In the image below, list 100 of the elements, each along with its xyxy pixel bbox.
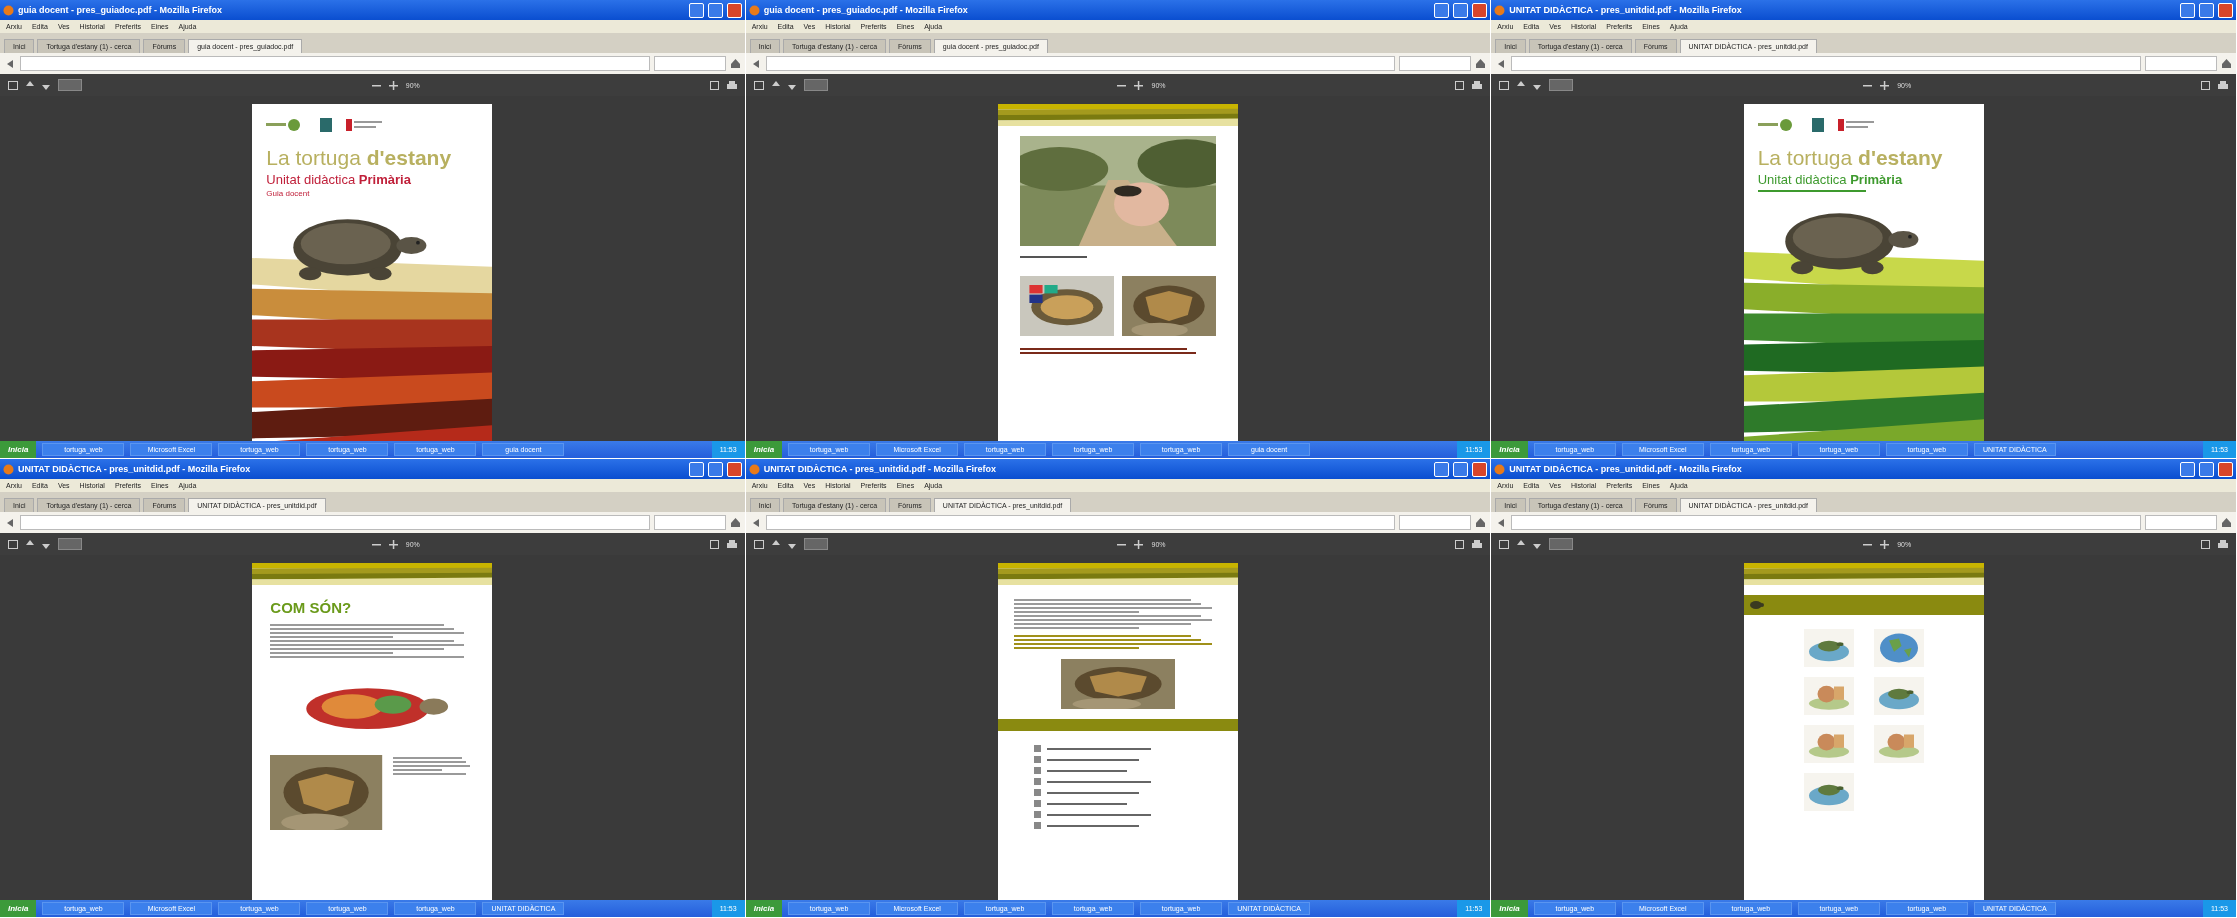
page-number-field[interactable] [803,79,828,91]
fullscreen-icon[interactable] [2201,80,2210,90]
print-icon[interactable] [2218,80,2228,90]
logo-icon [1837,119,1874,131]
sidebar-icon[interactable] [753,80,764,90]
firefox-icon [1494,4,1506,16]
search-field[interactable] [1399,515,1472,530]
zoom-in-icon[interactable] [1880,539,1890,549]
logo-icon [320,118,333,132]
minimize-button[interactable] [688,2,704,18]
start-button[interactable]: Inicia [0,441,37,458]
checkbox-icon [1034,789,1041,796]
print-icon[interactable] [726,80,737,90]
maximize-button[interactable] [707,461,723,477]
text-line [1020,256,1087,258]
home-icon[interactable] [1475,58,1487,69]
search-field[interactable] [2145,515,2217,530]
sidebar-icon[interactable] [753,539,764,549]
start-button[interactable]: Inicia [0,900,37,917]
window-title: UNITAT DIDÀCTICA - pres_unitdid.pdf - Mozilla Firefox [1509,464,1742,474]
address-field[interactable] [20,515,650,530]
home-icon[interactable] [729,58,741,69]
zoom-in-icon[interactable] [388,80,398,90]
window-title: UNITAT DIDÀCTICA - pres_unitdid.pdf - Mozilla Firefox [763,464,996,474]
search-field[interactable] [2145,56,2217,71]
page-number-field[interactable] [1549,538,1574,550]
page-number-field[interactable] [1549,79,1574,91]
zoom-in-icon[interactable] [1134,539,1144,549]
checkbox-icon [1034,822,1041,829]
page-number-field[interactable] [803,538,828,550]
start-button[interactable]: Inicia [745,900,783,917]
close-button[interactable] [726,2,742,18]
home-icon[interactable] [1475,517,1487,528]
print-icon[interactable] [2218,539,2228,549]
firefox-icon [3,4,14,16]
cover-subtitle: Unitat didàctica Primària [1757,172,1904,187]
firefox-icon [748,463,760,475]
cover-title: La tortuga d'estany [1757,146,1944,170]
logo-icon [346,119,383,131]
maximize-button[interactable] [707,2,723,18]
checkbox-icon [1034,745,1041,752]
minimize-button[interactable] [1434,461,1450,477]
sidebar-icon[interactable] [1499,80,1510,90]
window-title: UNITAT DIDÀCTICA - pres_unitdid.pdf - Mozilla Firefox [18,464,251,474]
firefox-icon [1494,463,1506,475]
print-icon[interactable] [1472,80,1483,90]
close-button[interactable] [2218,2,2233,18]
close-button[interactable] [1472,2,1488,18]
maximize-button[interactable] [1453,2,1469,18]
close-button[interactable] [726,461,742,477]
search-field[interactable] [1399,56,1472,71]
page-number-field[interactable] [58,79,82,91]
zoom-in-icon[interactable] [388,539,398,549]
minimize-button[interactable] [2180,461,2195,477]
checkbox-icon [1034,756,1041,763]
fullscreen-icon[interactable] [1455,539,1465,549]
maximize-button[interactable] [2199,461,2214,477]
window-title: guia docent - pres_guiadoc.pdf - Mozilla Firefox [18,5,223,15]
address-field[interactable] [1511,515,2141,530]
minimize-button[interactable] [2180,2,2195,18]
firefox-icon [3,463,14,475]
checkbox-icon [1034,811,1041,818]
zoom-in-icon[interactable] [1134,80,1144,90]
checkbox-icon [1034,800,1041,807]
close-button[interactable] [2218,461,2233,477]
sidebar-icon[interactable] [1499,539,1510,549]
fullscreen-icon[interactable] [709,80,719,90]
minimize-button[interactable] [688,461,704,477]
search-field[interactable] [653,56,726,71]
close-button[interactable] [1472,461,1488,477]
print-icon[interactable] [1472,539,1483,549]
firefox-icon [748,4,760,16]
address-field[interactable] [1511,56,2141,71]
start-button[interactable]: Inicia [1491,900,1528,917]
checkbox-icon [1034,767,1041,774]
search-field[interactable] [653,515,726,530]
zoom-in-icon[interactable] [1880,80,1890,90]
sidebar-icon[interactable] [8,80,18,90]
home-icon[interactable] [2221,58,2232,69]
start-button[interactable]: Inicia [1491,441,1528,458]
fullscreen-icon[interactable] [709,539,719,549]
minimize-button[interactable] [1434,2,1450,18]
maximize-button[interactable] [2199,2,2214,18]
address-field[interactable] [765,56,1396,71]
sidebar-icon[interactable] [8,539,18,549]
maximize-button[interactable] [1453,461,1469,477]
page-number-field[interactable] [58,538,82,550]
turtle-icon [1749,600,1764,610]
home-icon[interactable] [2221,517,2232,528]
print-icon[interactable] [726,539,737,549]
fullscreen-icon[interactable] [2201,539,2210,549]
home-icon[interactable] [729,517,741,528]
start-button[interactable]: Inicia [745,441,783,458]
fullscreen-icon[interactable] [1455,80,1465,90]
cover-note: Guia docent [266,189,311,198]
address-field[interactable] [765,515,1396,530]
cover-title: La tortuga d'estany [266,146,453,170]
page-heading: COM SÓN? [270,599,353,616]
address-field[interactable] [20,56,650,71]
cover-subtitle: Unitat didàctica Primària [266,172,412,187]
